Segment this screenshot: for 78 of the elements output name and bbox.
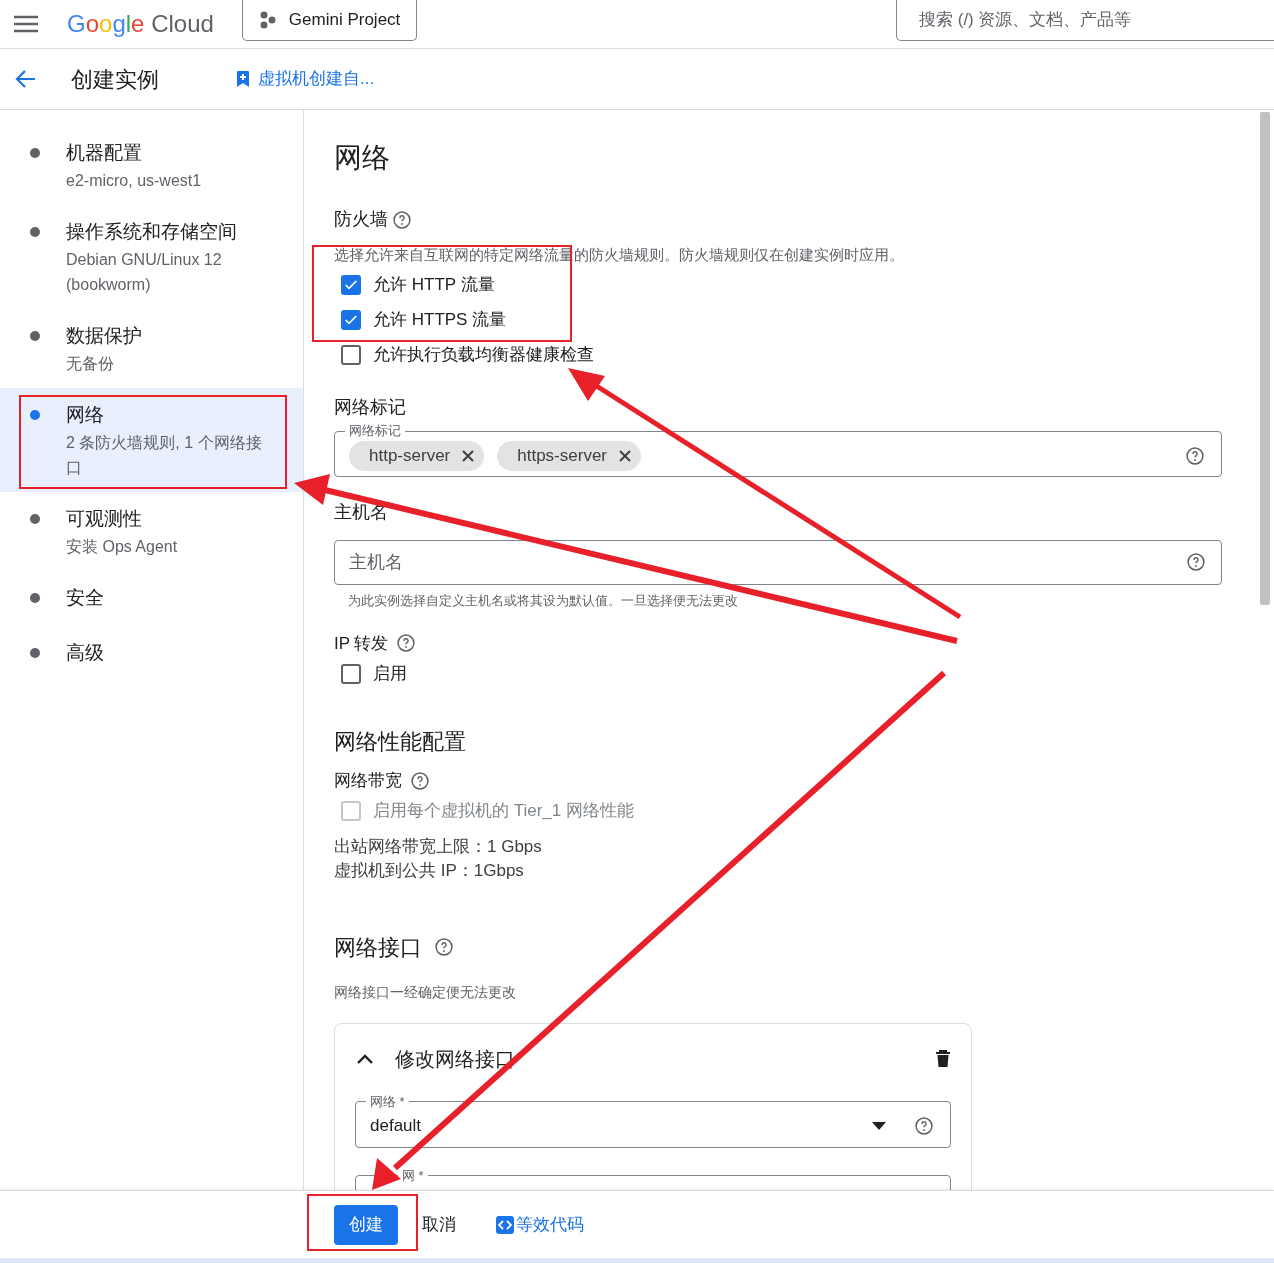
field-label: 网络标记 [334,396,407,419]
sidebar-item[interactable]: 可观测性 安装 Ops Agent [0,492,303,571]
sidebar-item-title: 操作系统和存储空间 [66,220,238,244]
checkbox[interactable] [341,274,361,295]
field-label: 防火墙 [334,208,388,231]
sidebar-item-title: 机器配置 [66,141,143,165]
sidebar-item-subtitle: 2 条防火墙规则, 1 个网络接口 [66,433,263,478]
checkbox-label: 允许 HTTP 流量 [373,273,495,296]
checkbox[interactable] [341,344,361,365]
sidebar-item[interactable]: 网络 2 条防火墙规则, 1 个网络接口 [0,388,303,492]
page-title: 创建实例 [71,65,159,94]
logo[interactable]: Google Cloud [67,6,214,42]
search-field[interactable]: 搜索 (/) 资源、文档、产品等 [896,0,1274,41]
help-icon[interactable] [410,770,430,791]
tag-chip[interactable]: https-server [497,440,641,471]
floating-label: 网 * [401,1167,425,1184]
section-title: 网络接口 [334,933,422,962]
field-label: 网络带宽 [334,770,402,792]
equivalent-code-link[interactable]: 等效代码 [496,1211,584,1238]
help-icon[interactable] [396,633,417,654]
help-icon[interactable] [392,209,412,230]
sidebar-item-subtitle: 安装 Ops Agent [66,537,179,557]
sidebar-item-title: 高级 [66,641,104,665]
bullet-icon [30,331,40,341]
field-label: 主机名 [334,501,389,524]
info-line: 虚拟机到公共 IP：1Gbps [334,859,525,882]
checkbox-label: 启用每个虚拟机的 Tier_1 网络性能 [373,800,634,823]
checkbox[interactable] [341,663,361,684]
code-icon [496,1215,514,1234]
sidebar-item-subtitle: 无备份 [66,354,115,374]
field-label: IP 转发 [334,632,389,655]
checkbox[interactable] [341,309,361,330]
tags-field[interactable]: 网络标记 http-server https-server [334,423,1222,477]
trash-icon[interactable] [935,1049,951,1068]
close-icon[interactable] [462,449,475,462]
menu-icon[interactable] [13,14,39,34]
bullet-icon [30,148,40,158]
checkbox-label: 启用 [373,662,407,685]
help-icon[interactable] [1185,445,1205,466]
source-link[interactable]: 虚拟机创建自... [236,66,375,92]
sidebar-item[interactable]: 高级 [0,626,303,681]
project-picker[interactable]: Gemini Project [241,0,418,41]
section-description: 网络接口一经确定便无法更改 [334,982,517,1002]
dropdown-icon [872,1122,886,1130]
help-icon[interactable] [1186,552,1206,572]
sidebar-item-subtitle: Debian GNU/Linux 12 (bookworm) [66,250,223,295]
tag-chip[interactable]: http-server [349,440,485,471]
floating-label: 网络 * [369,1093,406,1110]
bullet-icon [30,514,40,524]
bullet-icon [30,227,40,237]
checkbox-label: 允许执行负载均衡器健康检查 [373,343,594,366]
scrollbar[interactable] [1260,112,1270,605]
hint-text: 为此实例选择自定义主机名或将其设为默认值。一旦选择便无法更改 [348,592,739,610]
bullet-icon [30,593,40,603]
close-icon[interactable] [619,449,631,462]
bullet-icon [30,410,40,420]
info-line: 出站网络带宽上限：1 Gbps [334,835,543,858]
hostname-field[interactable]: 主机名 [334,540,1222,585]
sidebar-item[interactable]: 机器配置 e2-micro, us-west1 [0,126,303,205]
section-title: 网络 [334,141,391,175]
help-icon[interactable] [434,937,454,957]
sidebar-item-title: 安全 [66,586,104,610]
checkbox-label: 允许 HTTPS 流量 [373,308,507,331]
sidebar-item[interactable]: 操作系统和存储空间 Debian GNU/Linux 12 (bookworm) [0,205,303,309]
sidebar-item[interactable]: 数据保护 无备份 [0,309,303,388]
sidebar-item-subtitle: e2-micro, us-west1 [66,171,203,191]
sidebar-item-title: 数据保护 [66,324,143,348]
floating-label: 网络标记 [348,423,402,439]
sidebar-item-title: 可观测性 [66,507,143,531]
network-select[interactable]: 网络 * default [355,1093,951,1148]
cancel-button[interactable]: 取消 [420,1204,458,1245]
create-button[interactable]: 创建 [334,1204,398,1245]
help-icon[interactable] [914,1116,934,1136]
bookmark-plus-icon [236,70,250,88]
sidebar-item[interactable]: 安全 [0,571,303,626]
sidebar-item-title: 网络 [66,403,105,427]
section-title: 网络性能配置 [334,728,467,756]
bullet-icon [30,648,40,658]
